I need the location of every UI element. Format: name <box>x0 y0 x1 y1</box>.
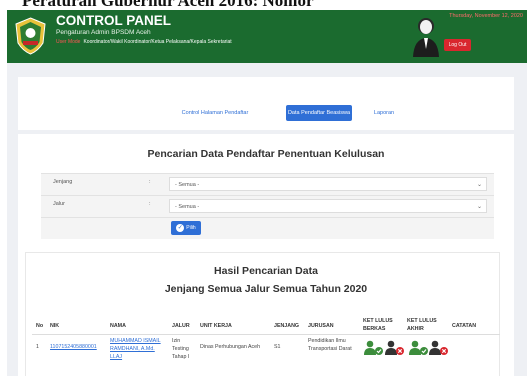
column-header-nama: NAMA <box>110 323 126 329</box>
aceh-logo-icon <box>15 17 46 55</box>
jalur-selected-value: - Semua - <box>175 204 200 210</box>
tab-laporan[interactable]: Laporan <box>366 105 402 121</box>
cell-nik-link[interactable]: 1107152405880001 <box>50 343 97 351</box>
check-circle-icon: ✓ <box>176 223 185 232</box>
nav-card: Control Halaman Pendaftar Data Pendaftar… <box>18 77 514 130</box>
pilih-button-label: Pilih <box>186 225 196 231</box>
reject-final-user-icon[interactable] <box>428 340 450 356</box>
cell-nama-link[interactable]: MUHAMMAD ISMAIL RAMDHANI, A.Md. LLAJ <box>110 337 162 361</box>
cell-jurusan: Pendidikan Ilmu Transportasi Darat <box>308 338 352 352</box>
jenjang-select[interactable]: - Semua - ⌄ <box>169 177 487 191</box>
jenjang-label: Jenjang <box>53 179 73 185</box>
column-header-unit-kerja: UNIT KERJA <box>200 323 232 329</box>
search-title: Pencarian Data Pendaftar Penentuan Kelul… <box>147 148 385 160</box>
approve-user-icon[interactable] <box>363 340 385 356</box>
user-role-text: Koordinator/Wakil Koordinator/Ketua Pela… <box>83 39 232 45</box>
column-header-catatan: CATATAN <box>452 323 477 329</box>
reject-user-icon[interactable] <box>384 340 406 356</box>
column-header-jurusan: JURUSAN <box>308 323 334 329</box>
jalur-label: Jalur <box>53 201 65 207</box>
logout-button[interactable]: Log Out <box>444 39 471 51</box>
jalur-select[interactable]: - Semua - ⌄ <box>169 199 487 213</box>
column-header-ket-lulus-berkas: KET LULUS BERKAS <box>363 318 393 332</box>
tab-control-halaman[interactable]: Control Halaman Pendaftar <box>178 105 252 121</box>
approve-final-user-icon[interactable] <box>408 340 430 356</box>
column-header-no: No <box>36 323 44 329</box>
results-card: Hasil Pencarian Data Jenjang Semua Jalur… <box>18 252 514 376</box>
tab-data-pendaftar[interactable]: Data Pendaftar Beasiswa <box>286 105 352 121</box>
cell-jalur: Izin Testing Tahap I <box>172 338 190 360</box>
chevron-down-icon: ⌄ <box>476 204 482 210</box>
user-mode-label: User Mode <box>56 39 81 45</box>
jalur-colon: : <box>149 201 151 207</box>
document-caption: Peraturan Gubernur Aceh 2016: Nomor <box>0 0 527 10</box>
cell-unit-kerja: Dinas Perhubungan Aceh <box>200 344 261 350</box>
jenjang-selected-value: - Semua - <box>175 182 200 188</box>
jalur-row: Jalur : - Semua - ⌄ <box>41 195 494 217</box>
jenjang-colon: : <box>149 179 151 185</box>
app-header: CONTROL PANEL Pengaturan Admin BPSDM Ace… <box>7 10 527 63</box>
app-subtitle: Pengaturan Admin BPSDM Aceh <box>56 29 151 36</box>
user-role-line: User Mode Koordinator/Wakil Koordinator/K… <box>56 39 232 45</box>
column-header-ket-lulus-akhir: KET LULUS AKHIR <box>407 318 437 332</box>
datetime-display: Thursday, November 12, 2020 <box>449 13 523 19</box>
pilih-button[interactable]: ✓ Pilih <box>171 221 201 235</box>
column-header-nik: NIK <box>50 323 60 329</box>
results-subtitle: Jenjang Semua Jalur Semua Tahun 2020 <box>164 283 368 295</box>
caption-text: Peraturan Gubernur Aceh 2016: Nomor <box>22 0 314 10</box>
table-header-divider <box>32 334 500 335</box>
column-header-jalur: JALUR <box>172 323 190 329</box>
cell-no: 1 <box>36 344 39 350</box>
cell-jenjang: S1 <box>274 344 281 350</box>
user-avatar-icon <box>413 18 439 57</box>
app-title: CONTROL PANEL <box>56 13 172 28</box>
jenjang-row: Jenjang : - Semua - ⌄ <box>41 173 494 195</box>
results-title: Hasil Pencarian Data <box>214 265 318 277</box>
button-row: ✓ Pilih <box>41 217 494 239</box>
search-card: Pencarian Data Pendaftar Penentuan Kelul… <box>18 134 514 252</box>
chevron-down-icon: ⌄ <box>476 182 482 188</box>
column-header-jenjang: JENJANG <box>274 323 300 329</box>
